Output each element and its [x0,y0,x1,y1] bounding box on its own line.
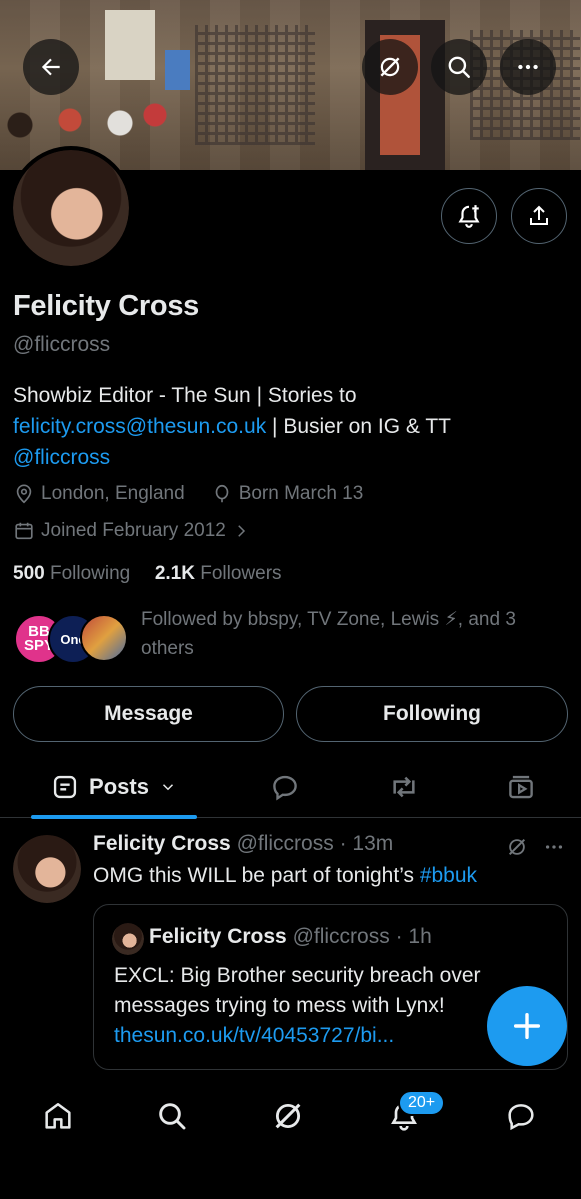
location-icon [16,484,32,504]
arrow-left-icon [41,58,60,76]
avatar-photo [13,150,129,266]
more-post-icon[interactable] [543,836,565,858]
profile-birthday: Born March 13 [238,483,364,504]
bottom-navigation [0,1078,581,1199]
followed-by-text[interactable]: Followed by bbspy, TV Zone, Lewis ⚡, and… [141,605,571,663]
post-text-body: OMG this WILL be part of tonight’s [93,864,420,887]
banner-window-grate [195,25,315,145]
post-author-avatar[interactable] [13,835,81,903]
quoted-author-avatar [112,923,144,955]
profile-handle: @fliccross [13,333,111,356]
post-hashtag[interactable]: #bbuk [420,864,477,887]
repost-icon [393,776,415,798]
post-header: Felicity Cross @fliccross · 13m [93,832,393,856]
bell-plus-icon [458,205,480,228]
tab-posts[interactable]: Posts [31,758,197,816]
message-icon [508,1104,534,1131]
more-horizontal-icon [518,64,538,70]
follow-counts: 500 Following 2.1K Followers [13,563,282,585]
post-handle-time: @fliccross · 13m [236,832,394,855]
quoted-link[interactable]: thesun.co.uk/tv/40453727/bi... [114,1021,481,1051]
birthday-icon [215,484,229,503]
grok-icon [380,57,400,77]
notifications-badge: 20+ [398,1090,446,1116]
bio-email-link[interactable]: felicity.cross@thesun.co.uk [13,415,266,438]
search-button[interactable] [431,39,487,95]
profile-avatar[interactable] [9,146,133,270]
post-text: OMG this WILL be part of tonight’s #bbuk [93,864,477,888]
profile-joined: Joined February 2012 [41,520,226,541]
tab-posts-label: Posts [89,774,149,799]
calendar-icon [15,522,33,540]
tab-reposts[interactable] [374,758,434,816]
reply-icon [273,775,297,801]
quoted-text-line-2: messages trying to mess with Lynx! [114,994,445,1017]
followed-avatar-lewis [80,614,128,662]
followed-by-avatars[interactable]: BB SPY One [14,614,134,666]
tab-active-indicator [31,815,197,819]
chevron-right-icon [238,525,245,537]
followers-count-label: Followers [200,563,282,584]
nav-grok[interactable] [268,1096,308,1136]
search-icon [159,1103,186,1130]
quoted-header: Felicity Cross @fliccross · 1h [149,925,432,949]
bio-text: Showbiz Editor - The Sun | Stories to [13,384,357,407]
post-avatar-photo [13,835,81,903]
profile-bio: Showbiz Editor - The Sun | Stories to fe… [13,380,568,473]
compose-button[interactable] [487,986,567,1066]
posts-icon [53,775,77,799]
quoted-avatar-photo [112,923,144,955]
following-count: 500 [13,563,45,584]
search-icon [448,56,470,78]
tab-replies[interactable] [255,758,315,816]
post-author-name[interactable]: Felicity Cross [93,832,231,855]
profile-name: Felicity Cross [13,290,199,322]
grok-button[interactable] [362,39,418,95]
quoted-handle-time: @fliccross · 1h [292,925,432,948]
share-button[interactable] [511,188,567,244]
notifications-toggle-button[interactable] [441,188,497,244]
chevron-down-icon [162,784,173,791]
profile-joined-row[interactable]: Joined February 2012 [13,520,250,542]
profile-location: London, England [41,483,185,504]
banner-sign [165,50,190,90]
bio-text-2: | Busier on IG & TT [266,415,451,438]
grok-icon [275,1103,301,1129]
message-button[interactable]: Message [13,686,284,742]
quoted-text-line-1: EXCL: Big Brother security breach over [114,964,481,987]
banner-poster [105,10,155,80]
quoted-text: EXCL: Big Brother security breach over m… [114,961,481,1051]
media-icon [509,775,533,799]
nav-messages[interactable] [501,1096,541,1136]
plus-icon [513,1012,541,1040]
grok-post-icon[interactable] [506,836,528,858]
bio-mention-link[interactable]: @fliccross [13,446,110,469]
following-button[interactable]: Following [296,686,568,742]
following-count-label: Following [49,563,131,584]
followers-count: 2.1K [154,563,195,584]
back-button[interactable] [23,39,79,95]
nav-search[interactable] [152,1096,192,1136]
nav-home[interactable] [38,1096,78,1136]
followers-count-link[interactable]: 2.1K Followers [155,563,282,584]
home-icon [45,1103,71,1129]
profile-banner[interactable] [0,0,581,170]
following-count-link[interactable]: 500 Following [13,563,130,584]
profile-meta-row: London, England Born March 13 [13,483,363,505]
more-button[interactable] [500,39,556,95]
profile-tabs: Posts [0,758,581,819]
tab-media[interactable] [491,758,551,816]
share-icon [530,205,548,225]
quoted-author-name: Felicity Cross [149,925,287,948]
